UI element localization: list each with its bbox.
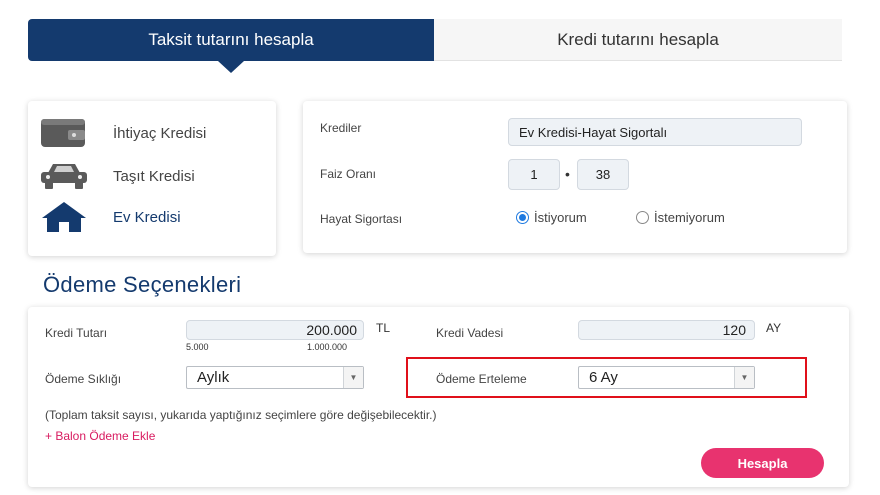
- faiz-integer-input[interactable]: 1: [508, 159, 560, 190]
- hayat-sigortasi-label: Hayat Sigortası: [320, 212, 403, 226]
- wallet-icon: [38, 116, 90, 150]
- tutar-unit: TL: [376, 321, 391, 335]
- calculator-tabs: Taksit tutarını hesapla Kredi tutarını h…: [28, 19, 842, 73]
- kredi-tutari-label: Kredi Tutarı: [45, 326, 108, 340]
- kredi-vadesi-input[interactable]: 120: [578, 320, 755, 340]
- decimal-separator: •: [565, 166, 570, 182]
- radio-label: İstiyorum: [534, 210, 587, 225]
- tutar-min: 5.000: [186, 342, 209, 352]
- odeme-sikligi-select[interactable]: Aylık ▼: [186, 366, 364, 389]
- chevron-down-icon[interactable]: ▼: [734, 367, 754, 388]
- odeme-erteleme-label: Ödeme Erteleme: [436, 372, 527, 386]
- krediler-select[interactable]: Ev Kredisi-Hayat Sigortalı: [508, 118, 802, 146]
- tab-loan-amount-calc[interactable]: Kredi tutarını hesapla: [434, 19, 842, 61]
- vade-unit: AY: [766, 321, 782, 335]
- hesapla-button[interactable]: Hesapla: [701, 448, 824, 478]
- kredi-tutari-input[interactable]: 200.000: [186, 320, 364, 340]
- credit-types-panel: İhtiyaç Kredisi Taşıt Kredisi Ev Kredisi: [28, 101, 276, 256]
- car-icon: [38, 159, 90, 193]
- credit-type-label: Taşıt Kredisi: [113, 167, 195, 185]
- radio-label: İstemiyorum: [654, 210, 725, 225]
- chevron-down-icon[interactable]: ▼: [343, 367, 363, 388]
- odeme-sikligi-label: Ödeme Sıklığı: [45, 372, 122, 386]
- credit-type-ev[interactable]: Ev Kredisi: [38, 200, 181, 234]
- krediler-label: Krediler: [320, 121, 362, 135]
- radio-istemiyorum[interactable]: İstemiyorum: [636, 210, 725, 225]
- add-balloon-payment-link[interactable]: + Balon Ödeme Ekle: [45, 429, 155, 443]
- credit-type-label: Ev Kredisi: [113, 208, 181, 226]
- radio-istiyorum[interactable]: İstiyorum: [516, 210, 587, 225]
- credit-type-label: İhtiyaç Kredisi: [113, 124, 207, 142]
- credit-type-ihtiyac[interactable]: İhtiyaç Kredisi: [38, 116, 206, 150]
- tab-installment-calc[interactable]: Taksit tutarını hesapla: [28, 19, 434, 73]
- credit-type-tasit[interactable]: Taşıt Kredisi: [38, 159, 195, 193]
- tutar-max: 1.000.000: [307, 342, 348, 352]
- odeme-erteleme-select[interactable]: 6 Ay ▼: [578, 366, 755, 389]
- kredi-vadesi-label: Kredi Vadesi: [436, 326, 504, 340]
- select-value: 6 Ay: [589, 369, 618, 386]
- faiz-label: Faiz Oranı: [320, 167, 377, 181]
- radio-dot[interactable]: [516, 211, 529, 224]
- section-title: Ödeme Seçenekleri: [43, 272, 242, 297]
- radio-dot[interactable]: [636, 211, 649, 224]
- faiz-decimal-input[interactable]: 38: [577, 159, 629, 190]
- house-icon: [38, 200, 90, 234]
- note-text: (Toplam taksit sayısı, yukarıda yaptığın…: [45, 408, 437, 422]
- select-value: Aylık: [197, 369, 230, 386]
